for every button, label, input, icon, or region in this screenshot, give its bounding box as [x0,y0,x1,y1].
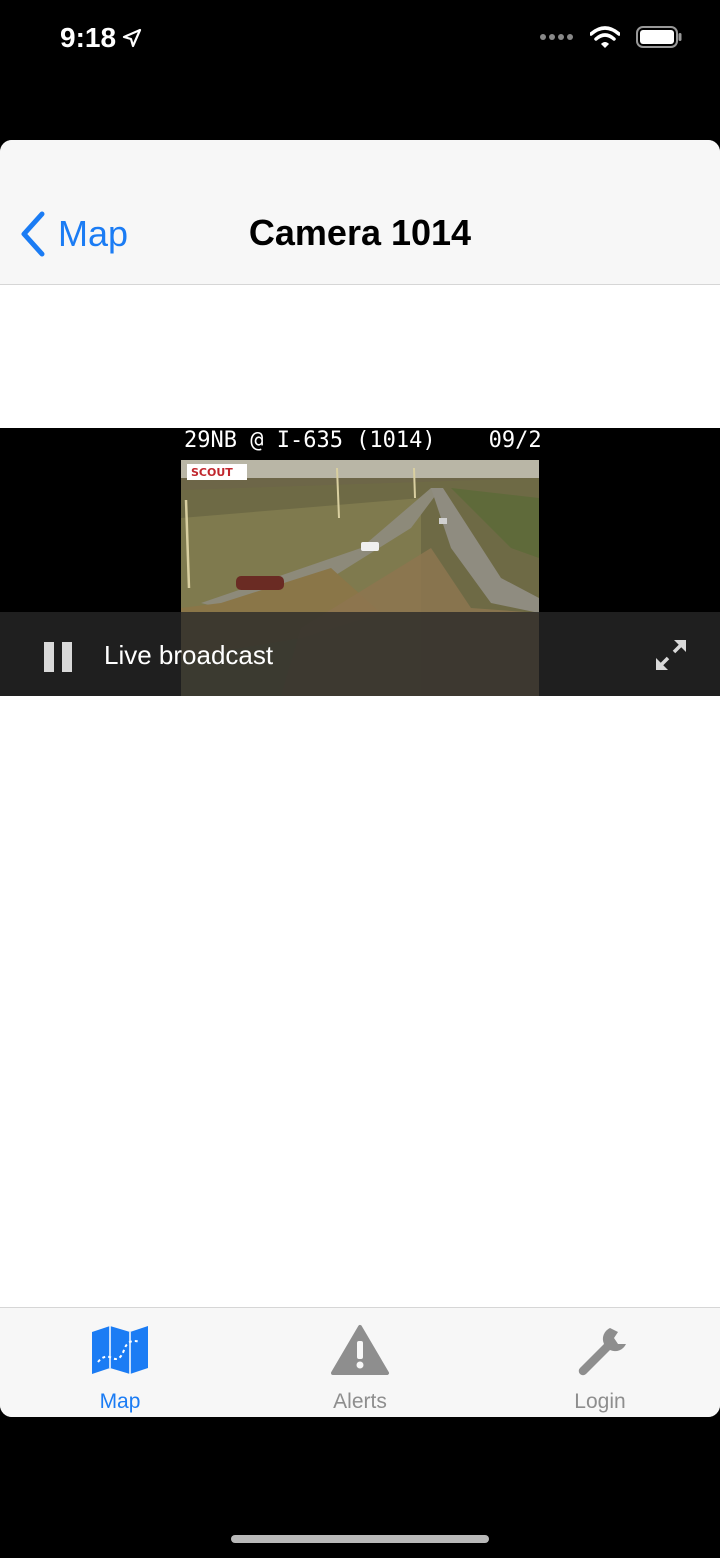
player-controls: Live broadcast [0,612,720,696]
status-time: 9:18 [60,22,142,54]
wifi-icon [590,26,620,48]
status-time-text: 9:18 [60,22,117,53]
map-icon [92,1326,148,1374]
tab-alerts[interactable]: Alerts [240,1308,480,1417]
wrench-icon [578,1328,626,1376]
live-broadcast-label: Live broadcast [104,640,274,670]
navigation-bar: Map Camera 1014 [0,140,720,285]
warning-icon [331,1325,389,1375]
tab-map-label: Map [99,1390,141,1413]
fullscreen-icon[interactable] [654,638,688,672]
status-indicators [540,26,682,48]
cellular-signal-icon [540,34,573,40]
camera-overlay-text: 29NB @ I-635 (1014) 09/2 [184,428,542,453]
tab-map[interactable]: Map [0,1308,240,1417]
tab-login[interactable]: Login [480,1308,720,1417]
tab-login-label: Login [574,1390,626,1413]
status-bar: 9:18 [0,0,720,80]
pause-button[interactable] [44,642,74,672]
video-player[interactable]: SCOUT 29NB @ I-635 (1014) 09/2 Live broa… [0,428,720,696]
page-title: Camera 1014 [248,212,472,253]
home-indicator[interactable] [231,1535,489,1543]
battery-icon [636,26,682,48]
camera-logo-text: SCOUT [191,466,233,479]
pause-icon [44,642,54,672]
camera-detail-sheet: Map Camera 1014 SCOUT 29NB @ I-635 (1014… [0,140,720,1417]
tab-bar: Map Alerts Login [0,1307,720,1417]
tab-alerts-label: Alerts [333,1390,387,1413]
location-arrow-icon [122,28,142,48]
